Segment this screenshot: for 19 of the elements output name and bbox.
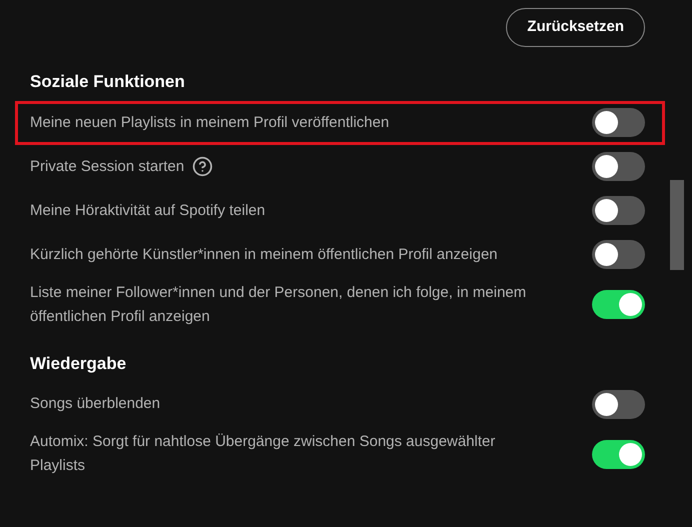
- setting-label: Automix: Sorgt für nahtlose Übergänge zwischen Songs ausgewählter Playlists: [30, 432, 496, 476]
- setting-label: Meine Höraktivität auf Spotify teilen: [30, 200, 266, 220]
- toggle-switch[interactable]: [592, 440, 645, 468]
- toggle-switch[interactable]: [592, 108, 645, 137]
- setting-label: Songs überblenden: [30, 394, 160, 414]
- setting-label: Private Session starten: [30, 156, 184, 176]
- section-heading: Soziale Funktionen: [30, 71, 186, 93]
- toggle-switch[interactable]: [592, 390, 645, 418]
- toggle-switch[interactable]: [592, 196, 645, 225]
- toggle-switch[interactable]: [592, 152, 645, 181]
- toggle-switch[interactable]: [592, 290, 645, 319]
- help-icon[interactable]: [192, 156, 214, 177]
- section-heading: Wiedergabe: [30, 352, 128, 375]
- setting-label: Liste meiner Follower*innen und der Personen, denen ich folge, in meinem öffentlichen Profil anzeigen: [30, 282, 528, 326]
- reset-button[interactable]: Zurücksetzen: [506, 8, 645, 47]
- setting-label: Kürzlich gehörte Künstler*innen in meinem öffentlichen Profil anzeigen: [30, 244, 498, 264]
- scrollbar[interactable]: [670, 180, 684, 270]
- setting-label: Meine neuen Playlists in meinem Profil veröffentlichen: [30, 112, 390, 132]
- toggle-switch[interactable]: [592, 240, 645, 269]
